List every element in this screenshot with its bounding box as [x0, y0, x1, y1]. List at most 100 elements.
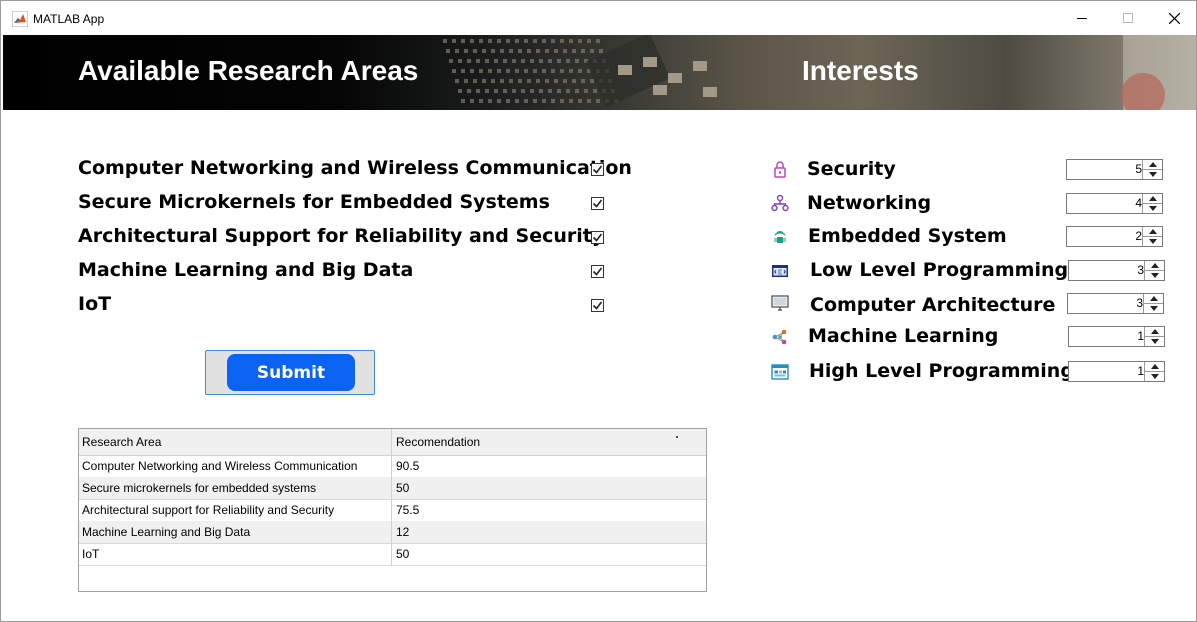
table-row[interactable]: IoT 50 [79, 543, 706, 566]
arrow-up-icon [1148, 196, 1157, 201]
arrow-up-icon [1150, 329, 1159, 334]
table-row[interactable]: Secure microkernels for embedded systems… [79, 477, 706, 500]
increment-button[interactable] [1145, 261, 1164, 271]
submit-button[interactable]: Submit [227, 354, 355, 391]
spinner-buttons [1144, 261, 1164, 280]
interest-spinner[interactable] [1068, 260, 1165, 281]
decrement-button[interactable] [1145, 372, 1164, 381]
decrement-button[interactable] [1143, 170, 1162, 179]
interest-value-field[interactable] [1069, 327, 1144, 346]
cell-research-area: Secure microkernels for embedded systems [79, 477, 392, 499]
research-area-label: Secure Microkernels for Embedded Systems [78, 191, 550, 213]
code-window-icon [772, 265, 788, 277]
decrement-button[interactable] [1144, 304, 1163, 313]
research-area-checkbox[interactable] [591, 197, 604, 210]
interest-label: Machine Learning [808, 325, 999, 347]
wireless-chip-icon [774, 231, 786, 243]
interest-spinner[interactable] [1066, 193, 1163, 214]
interest-label: Low Level Programming [810, 259, 1069, 281]
cell-recomendation: 12 [396, 525, 410, 539]
table-header: Research Area Recomendation [79, 429, 706, 456]
increment-button[interactable] [1144, 294, 1163, 304]
column-header-recomendation[interactable]: Recomendation [392, 429, 706, 455]
interest-value-field[interactable] [1067, 227, 1142, 246]
checkmark-icon [592, 199, 603, 208]
increment-button[interactable] [1143, 160, 1162, 170]
lock-icon [774, 161, 786, 178]
research-area-label: Computer Networking and Wireless Communi… [78, 157, 632, 179]
research-area-label: IoT [78, 293, 112, 315]
research-area-checkbox[interactable] [591, 163, 604, 176]
research-area-checkbox[interactable] [591, 299, 604, 312]
spinner-buttons [1142, 194, 1162, 213]
checkmark-icon [592, 233, 603, 242]
arrow-down-icon [1150, 374, 1159, 379]
decrement-button[interactable] [1143, 204, 1162, 213]
arrow-down-icon [1148, 239, 1157, 244]
header-dot [676, 436, 678, 438]
column-header-research-area[interactable]: Research Area [79, 429, 392, 455]
interest-value-field[interactable] [1067, 194, 1142, 213]
checkmark-icon [592, 267, 603, 276]
interest-spinner[interactable] [1066, 226, 1163, 247]
decrement-button[interactable] [1143, 237, 1162, 246]
interest-label: Networking [807, 192, 932, 214]
cell-recomendation: 75.5 [396, 503, 420, 517]
arrow-down-icon [1150, 339, 1159, 344]
spinner-buttons [1142, 227, 1162, 246]
code-blocks-icon [771, 364, 789, 380]
maximize-button[interactable] [1105, 1, 1151, 35]
arrow-down-icon [1148, 172, 1157, 177]
interest-value-field[interactable] [1067, 160, 1142, 179]
research-area-label: Machine Learning and Big Data [78, 259, 414, 281]
interest-value-field[interactable] [1069, 362, 1144, 381]
interest-spinner[interactable] [1068, 361, 1165, 382]
minimize-button[interactable] [1059, 1, 1105, 35]
decrement-button[interactable] [1145, 271, 1164, 280]
submit-button-frame: Submit [205, 350, 375, 395]
recommendation-table[interactable]: Research Area Recomendation Computer Net… [78, 428, 707, 592]
increment-button[interactable] [1145, 327, 1164, 337]
arrow-down-icon [1149, 306, 1158, 311]
monitor-icon [771, 295, 789, 311]
table-row[interactable]: Computer Networking and Wireless Communi… [79, 455, 706, 478]
decrement-button[interactable] [1145, 337, 1164, 346]
spinner-buttons [1144, 362, 1164, 381]
maximize-icon [1123, 13, 1133, 23]
research-area-checkbox[interactable] [591, 231, 604, 244]
interest-spinner[interactable] [1066, 159, 1163, 180]
close-button[interactable] [1151, 1, 1196, 35]
spinner-buttons [1143, 294, 1163, 313]
cell-research-area: Computer Networking and Wireless Communi… [79, 455, 392, 477]
increment-button[interactable] [1145, 362, 1164, 372]
ml-nodes-icon [772, 329, 787, 345]
table-row[interactable]: Architectural support for Reliability an… [79, 499, 706, 522]
table-row[interactable]: Machine Learning and Big Data 12 [79, 521, 706, 544]
cell-recomendation: 50 [396, 547, 410, 561]
checkmark-icon [592, 165, 603, 174]
title-bar: MATLAB App [1, 1, 1196, 35]
increment-button[interactable] [1143, 227, 1162, 237]
increment-button[interactable] [1143, 194, 1162, 204]
interest-label: Computer Architecture [810, 294, 1056, 316]
interest-label: Security [807, 158, 896, 180]
matlab-logo-icon [12, 11, 28, 27]
interest-value-field[interactable] [1068, 294, 1143, 313]
interest-value-field[interactable] [1069, 261, 1144, 280]
interest-label: Embedded System [808, 225, 1007, 247]
header-banner: Available Research Areas Interests [3, 35, 1196, 110]
arrow-up-icon [1150, 263, 1159, 268]
spinner-buttons [1142, 160, 1162, 179]
close-icon [1168, 12, 1180, 24]
banner-title-interests: Interests [802, 55, 919, 86]
spinner-buttons [1144, 327, 1164, 346]
interest-spinner[interactable] [1068, 326, 1165, 347]
cell-research-area: Machine Learning and Big Data [79, 521, 392, 543]
interest-spinner[interactable] [1067, 293, 1164, 314]
interest-label: High Level Programming [809, 360, 1074, 382]
cell-recomendation: 90.5 [396, 459, 420, 473]
research-area-checkbox[interactable] [591, 265, 604, 278]
research-area-label: Architectural Support for Reliability an… [78, 225, 605, 247]
window-title: MATLAB App [33, 12, 105, 26]
arrow-down-icon [1148, 206, 1157, 211]
